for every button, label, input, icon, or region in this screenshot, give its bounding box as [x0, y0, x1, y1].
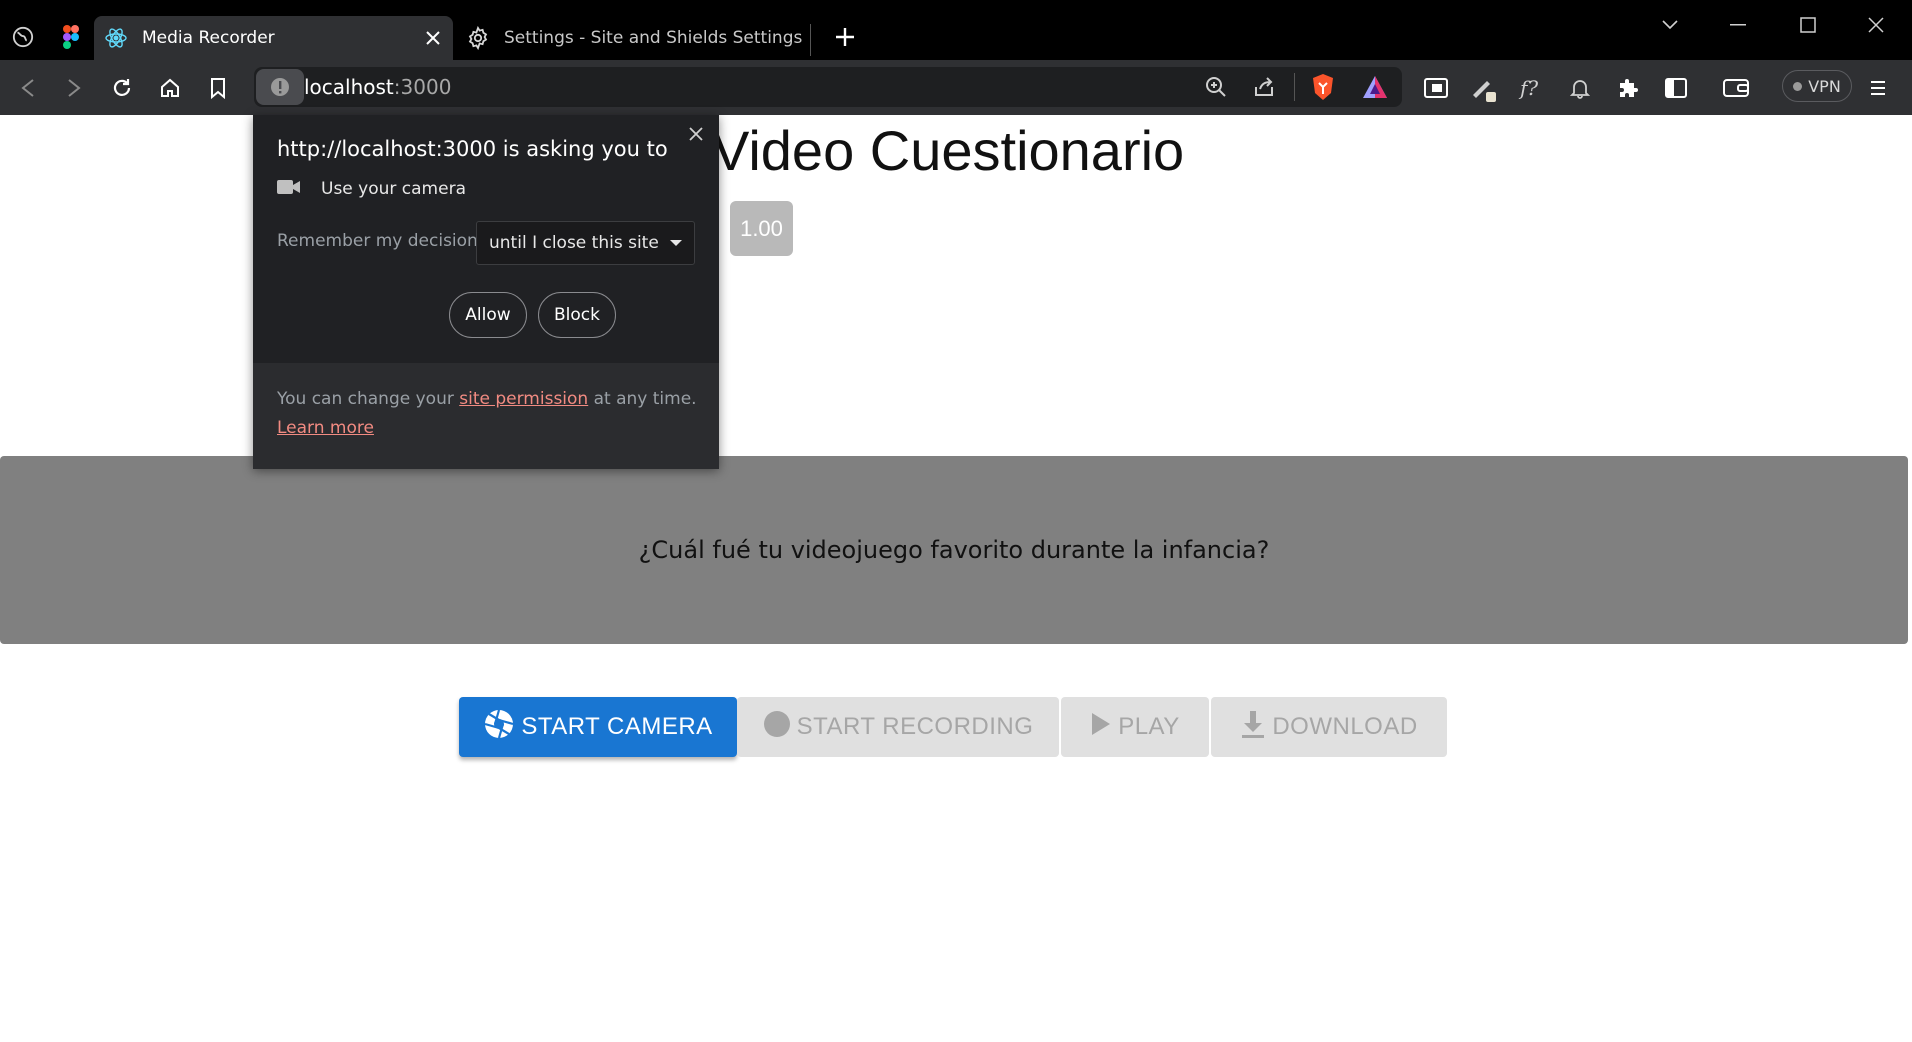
remember-label: Remember my decision	[277, 231, 478, 251]
start-recording-label: START RECORDING	[796, 713, 1034, 740]
footer-prefix: You can change your	[277, 389, 454, 409]
download-icon	[1240, 709, 1266, 746]
vpn-status-dot	[1793, 81, 1803, 91]
tab-title: Media Recorder	[142, 28, 275, 48]
address-bar[interactable]: localhost:3000	[254, 67, 1402, 107]
start-camera-button[interactable]: START CAMERA	[459, 697, 737, 757]
remember-decision-select[interactable]: until I close this site	[476, 221, 695, 265]
page-title: Video Cuestionario	[712, 119, 1185, 182]
popup-footer: You can change your site permission at a…	[253, 363, 719, 469]
share-icon[interactable]	[1252, 75, 1276, 103]
bookmark-button[interactable]	[202, 72, 234, 104]
play-button[interactable]: PLAY	[1061, 697, 1209, 757]
permission-row: Use your camera	[277, 179, 466, 199]
sidebar-icon[interactable]	[1660, 72, 1692, 104]
vpn-button[interactable]: VPN	[1782, 70, 1852, 102]
forward-button[interactable]	[58, 72, 90, 104]
tab-strip: Media Recorder Settings - Site and Shiel…	[0, 0, 1912, 60]
tab-media-recorder[interactable]: Media Recorder	[94, 16, 453, 60]
record-dot-icon	[763, 710, 791, 745]
download-button[interactable]: DOWNLOAD	[1211, 697, 1447, 757]
close-icon[interactable]	[421, 26, 445, 50]
close-icon[interactable]	[683, 121, 709, 147]
zoom-icon[interactable]	[1204, 75, 1228, 103]
block-button[interactable]: Block	[538, 292, 616, 338]
formula-extension-icon[interactable]: f?	[1516, 72, 1548, 104]
footer-suffix: at any time.	[593, 389, 697, 409]
remember-decision-value: until I close this site	[489, 233, 659, 253]
tab-settings[interactable]: Settings - Site and Shields Settings	[456, 16, 810, 60]
play-icon	[1090, 712, 1112, 743]
menu-icon[interactable]	[1862, 72, 1894, 104]
vpn-label: VPN	[1808, 76, 1841, 96]
download-label: DOWNLOAD	[1272, 713, 1418, 740]
video-camera-icon	[277, 179, 301, 199]
popup-heading: http://localhost:3000 is asking you to	[277, 137, 668, 161]
allow-button[interactable]: Allow	[449, 292, 527, 338]
brave-rewards-icon[interactable]	[1362, 75, 1388, 103]
extensions-icon[interactable]	[1612, 72, 1644, 104]
site-info-icon[interactable]	[256, 69, 304, 105]
url-host: localhost	[304, 75, 394, 99]
wallet-icon[interactable]	[1720, 72, 1752, 104]
brave-shields-icon[interactable]	[1310, 73, 1336, 105]
tab-divider	[810, 24, 811, 56]
new-tab-button[interactable]	[830, 22, 860, 52]
picture-in-picture-icon[interactable]	[1420, 72, 1452, 104]
footer-text: You can change your site permission at a…	[277, 385, 697, 443]
start-recording-button[interactable]: START RECORDING	[737, 697, 1059, 757]
react-icon	[104, 26, 128, 50]
site-permission-link[interactable]: site permission	[459, 389, 588, 409]
start-camera-label: START CAMERA	[521, 713, 713, 740]
permission-label: Use your camera	[321, 179, 466, 199]
back-button[interactable]	[12, 72, 44, 104]
play-label: PLAY	[1118, 713, 1180, 740]
pen-extension-icon[interactable]	[1468, 72, 1500, 104]
url-port: :3000	[393, 75, 452, 99]
figma-icon[interactable]	[58, 24, 84, 50]
question-text: ¿Cuál fué tu videojuego favorito durante…	[638, 536, 1270, 564]
recorder-actions: START CAMERA START RECORDING PLAY DOWNLO…	[459, 697, 1447, 757]
globe-icon[interactable]	[10, 24, 36, 50]
speed-badge: 1.00	[730, 201, 793, 256]
learn-more-link[interactable]: Learn more	[277, 418, 374, 438]
tab-title: Settings - Site and Shields Settings	[504, 28, 803, 48]
chevron-down-icon	[670, 240, 682, 246]
maximize-button[interactable]	[1784, 10, 1832, 40]
window-close-button[interactable]	[1852, 10, 1900, 40]
minimize-button[interactable]	[1714, 10, 1762, 40]
url-text[interactable]: localhost:3000	[304, 75, 451, 99]
question-banner: ¿Cuál fué tu videojuego favorito durante…	[0, 456, 1908, 644]
permission-popup: http://localhost:3000 is asking you to U…	[253, 115, 719, 469]
camera-shutter-icon	[483, 708, 515, 747]
tab-search-button[interactable]	[1646, 10, 1694, 40]
svg-text:f?: f?	[1518, 76, 1538, 100]
reload-button[interactable]	[106, 72, 138, 104]
home-button[interactable]	[154, 72, 186, 104]
gear-icon	[466, 25, 490, 51]
omnibox-divider	[1294, 73, 1295, 101]
bell-icon[interactable]	[1564, 72, 1596, 104]
